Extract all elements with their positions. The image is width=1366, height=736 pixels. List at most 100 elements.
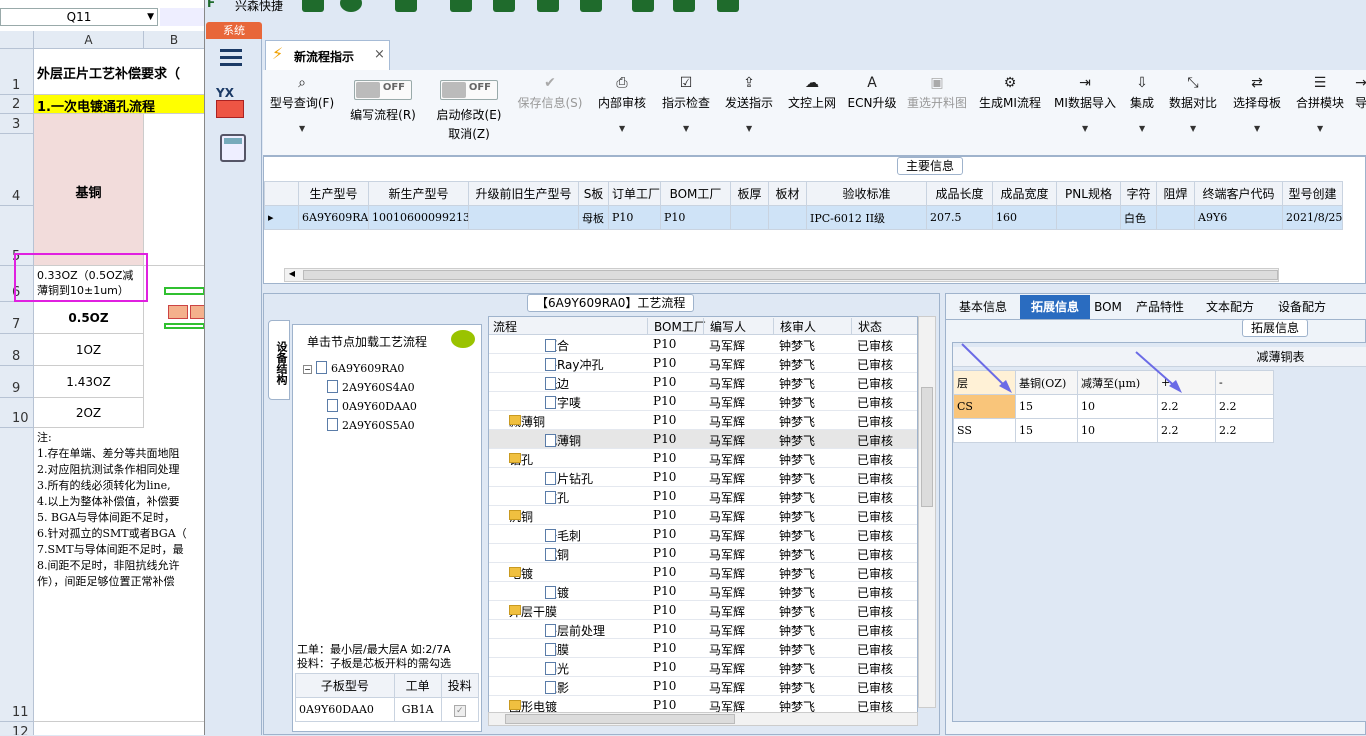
value-cell[interactable]: 1.43OZ: [34, 366, 144, 398]
col-header[interactable]: 升级前旧生产型号: [468, 181, 579, 206]
col-header[interactable]: 成品长度: [926, 181, 993, 206]
scroll-thumb[interactable]: [921, 387, 933, 507]
row-header[interactable]: 7: [0, 302, 34, 334]
col-header[interactable]: 流程: [493, 318, 517, 335]
chevron-down-icon[interactable]: ▼: [1139, 124, 1145, 133]
row-header[interactable]: 10: [0, 398, 34, 428]
col-header[interactable]: 子板型号: [295, 673, 395, 698]
user-icon[interactable]: [632, 0, 654, 12]
row-pointer-icon[interactable]: ▸: [264, 205, 299, 230]
refresh-icon[interactable]: [340, 0, 362, 12]
sub-board-cell[interactable]: 0A9Y60DAA0: [295, 697, 395, 722]
col-header[interactable]: 工单: [393, 673, 442, 698]
work-order-cell[interactable]: GB1A: [393, 697, 442, 722]
chevron-down-icon[interactable]: ▼: [619, 124, 625, 133]
row-header[interactable]: 2: [0, 95, 34, 114]
col-header[interactable]: 新生产型号: [368, 181, 469, 206]
row-header[interactable]: 9: [0, 366, 34, 398]
col-header[interactable]: 状态: [851, 318, 882, 335]
row-header[interactable]: 8: [0, 334, 34, 366]
toolbar-button[interactable]: OFF 启动修改(E) 取消(Z): [431, 70, 507, 156]
sheet-title[interactable]: 外层正片工艺补偿要求（: [34, 49, 204, 95]
toolbar-button[interactable]: ⌕ 型号查询(F) ▼: [267, 70, 337, 156]
value-cell[interactable]: 1OZ: [34, 334, 144, 366]
chevron-down-icon[interactable]: ▼: [683, 124, 689, 133]
col-header[interactable]: BOM工厂: [647, 318, 706, 335]
close-icon[interactable]: ×: [374, 47, 385, 62]
grid-cell[interactable]: [730, 205, 769, 230]
process-step-row[interactable]: 贴膜 P10 马军辉 钟梦飞 已审核: [489, 639, 917, 658]
scroll-left-icon[interactable]: ◀: [285, 269, 299, 281]
row-header[interactable]: 1: [0, 49, 34, 95]
chevron-down-icon[interactable]: ▼: [299, 124, 305, 133]
grid-cell[interactable]: 160: [992, 205, 1057, 230]
scroll-thumb[interactable]: [505, 714, 735, 724]
chevron-down-icon[interactable]: ▼: [746, 124, 752, 133]
toolbar-button[interactable]: ⇄ 选择母板 ▼: [1229, 70, 1285, 156]
chevron-down-icon[interactable]: ▼: [1082, 124, 1088, 133]
row-header[interactable]: 3: [0, 114, 34, 134]
col-header[interactable]: 阻焊: [1156, 181, 1195, 206]
base-copper-header[interactable]: 基铜: [34, 114, 144, 266]
toolbar-button[interactable]: OFF 编写流程(R): [345, 70, 421, 156]
grid-cell[interactable]: [1056, 205, 1121, 230]
section-heading[interactable]: 1.一次电镀通孔流程: [34, 95, 204, 114]
formula-bar[interactable]: [160, 8, 204, 26]
value-cell[interactable]: 2OZ: [34, 398, 144, 428]
process-step-row[interactable]: 钻孔 P10 马军辉 钟梦飞 已审核: [489, 487, 917, 506]
tree-node[interactable]: 0A9Y60DAA0: [303, 399, 478, 418]
horizontal-scrollbar[interactable]: ◀: [284, 268, 1279, 282]
scroll-thumb[interactable]: [303, 270, 1278, 280]
toolbar-button[interactable]: ⤡ 数据对比 ▼: [1165, 70, 1221, 156]
toggle-switch[interactable]: OFF: [440, 80, 498, 100]
tab-new-flow[interactable]: ⚡ 新流程指示 ×: [265, 40, 390, 70]
col-header[interactable]: 板材: [768, 181, 807, 206]
process-step-row[interactable]: 铣边 P10 马军辉 钟梦飞 已审核: [489, 373, 917, 392]
toolbar-button[interactable]: ☰ 合拼模块 ▼: [1293, 70, 1347, 156]
tree-node[interactable]: 2A9Y60S4A0: [303, 380, 478, 399]
grid-cell[interactable]: 10010600099213: [368, 205, 469, 230]
process-step-row[interactable]: X-Ray冲孔 P10 马军辉 钟梦飞 已审核: [489, 354, 917, 373]
process-step-row[interactable]: 去毛刺 P10 马军辉 钟梦飞 已审核: [489, 525, 917, 544]
toolbar-button[interactable]: ☁ 文控上网: [783, 70, 841, 156]
toolbar-button[interactable]: ⇩ 集成 ▼: [1125, 70, 1159, 156]
grid-cell[interactable]: P10: [608, 205, 661, 230]
row-header[interactable]: 12: [0, 722, 34, 735]
chat-bubble-icon[interactable]: [451, 330, 475, 348]
grid-cell[interactable]: 2021/8/25: [1282, 205, 1343, 230]
process-step-row[interactable]: 板镀 P10 马军辉 钟梦飞 已审核: [489, 582, 917, 601]
col-header[interactable]: 终端客户代码: [1194, 181, 1283, 206]
col-header[interactable]: 生产型号: [298, 181, 369, 206]
system-tab[interactable]: 系统: [206, 22, 262, 39]
process-step-row[interactable]: −减薄铜 P10 马军辉 钟梦飞 已审核: [489, 411, 917, 430]
toolbar-button[interactable]: → 导: [1351, 70, 1366, 156]
grid-cell[interactable]: [468, 205, 579, 230]
search-icon[interactable]: [302, 0, 324, 12]
tree-root[interactable]: −6A9Y609RA0: [303, 361, 478, 380]
toolbar-button[interactable]: ⇪ 发送指示 ▼: [719, 70, 779, 156]
process-step-row[interactable]: 曝光 P10 马军辉 钟梦飞 已审核: [489, 658, 917, 677]
export-icon[interactable]: [717, 0, 739, 12]
col-header[interactable]: 编写人: [703, 318, 746, 335]
process-step-row[interactable]: −沉铜 P10 马军辉 钟梦飞 已审核: [489, 506, 917, 525]
save-icon[interactable]: [493, 0, 515, 12]
feed-checkbox[interactable]: ✓: [440, 697, 480, 722]
grid-cell[interactable]: [768, 205, 807, 230]
grid-cell[interactable]: 白色: [1120, 205, 1157, 230]
process-step-row[interactable]: 减薄铜 P10 马军辉 钟梦飞 已审核: [489, 430, 917, 449]
col-header[interactable]: 投料: [440, 673, 480, 698]
col-header[interactable]: 型号创建: [1282, 181, 1343, 206]
grid-cell[interactable]: A9Y6: [1194, 205, 1283, 230]
toolbar-button[interactable]: ▣ 重选开料图: [903, 70, 971, 156]
quick-access-label[interactable]: 兴森快捷: [235, 0, 283, 14]
process-step-row[interactable]: 铝片钻孔 P10 马军辉 钟梦飞 已审核: [489, 468, 917, 487]
col-header[interactable]: S板: [578, 181, 609, 206]
toolbar-button[interactable]: ⎙ 内部审核 ▼: [593, 70, 651, 156]
monitor-icon[interactable]: [673, 0, 695, 12]
grid-cell[interactable]: IPC-6012 II级: [806, 205, 927, 230]
calculator-icon[interactable]: [220, 134, 246, 162]
notes-cell[interactable]: 注: 1.存在单端、差分等共面地阻 2.对应阻抗测试条作相同处理 3.所有的线必须转化…: [34, 428, 204, 722]
col-header[interactable]: 验收标准: [806, 181, 927, 206]
col-header[interactable]: PNL规格: [1056, 181, 1121, 206]
column-header-a[interactable]: A: [34, 31, 144, 49]
